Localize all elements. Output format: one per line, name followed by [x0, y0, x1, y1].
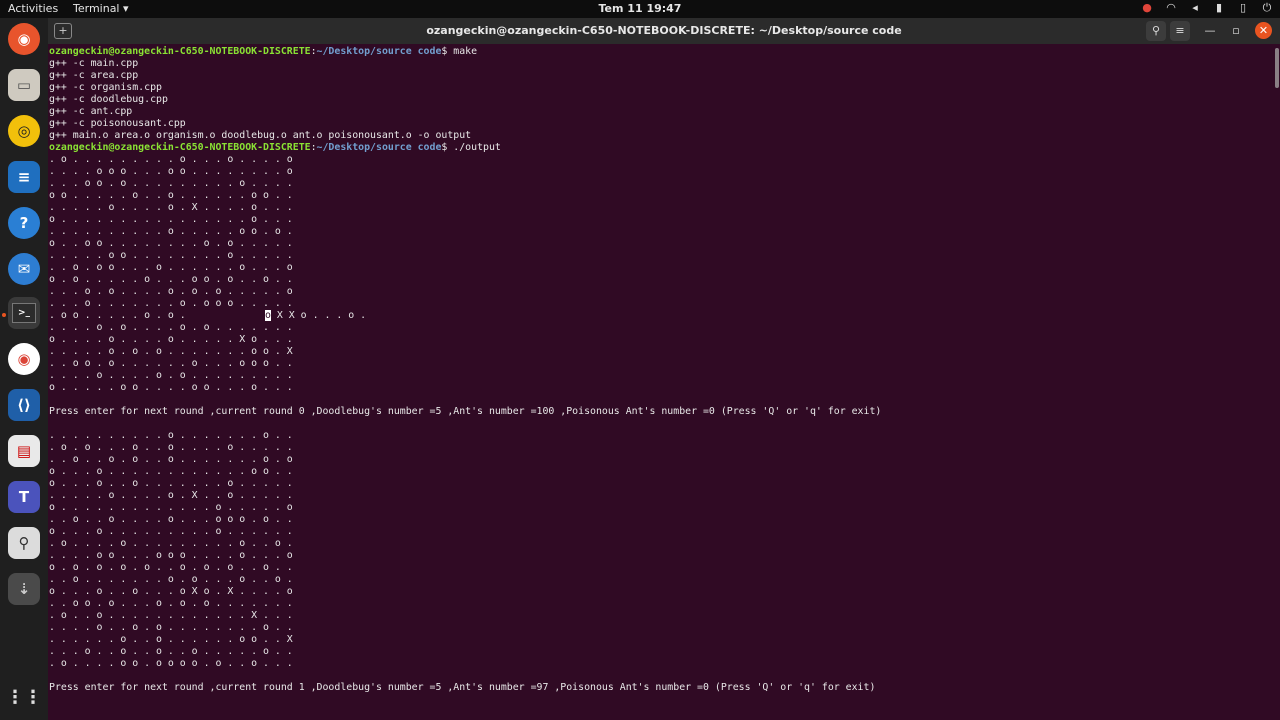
grid-row: o . . . o . . . . . . . . . . . . o o . …: [49, 466, 293, 477]
build-line: g++ -c poisonousant.cpp: [49, 118, 186, 129]
grid-row: . . . o . . o . . o . . o . . . . . o . …: [49, 646, 293, 657]
grid-row: o o . . . . . o . . o . . . . . . o o . …: [49, 190, 293, 201]
grid-row: . . . . o . . . . o . o . . . . . . . . …: [49, 370, 293, 381]
build-line: g++ -c main.cpp: [49, 58, 139, 69]
system-tray[interactable]: ● ◠ ◂ ▮ ▯ ⏻: [1140, 1, 1274, 15]
prompt-line: ozangeckin@ozangeckin-C650-NOTEBOOK-DISC…: [49, 142, 501, 153]
grid-row: o . o . o . o . o . . o . o . o . . o . …: [49, 562, 293, 573]
grid-row: o . . . . . o o . . . . o o . . . o . . …: [49, 382, 293, 393]
grid-row: o . . . . . . . . . . . . . . . . o . . …: [49, 214, 293, 225]
grid-row: . . o o . o . . . o . o . o . . . . . . …: [49, 598, 293, 609]
search-icon[interactable]: ⚲: [1146, 21, 1166, 41]
chrome-icon[interactable]: ◉: [8, 343, 40, 375]
grid-row: . . o . . o . o . . o . . . . . . . o . …: [49, 454, 293, 465]
running-indicator: [2, 313, 6, 317]
grid-row-rest: X X o . . . o .: [270, 310, 367, 321]
dock: ◉ ▭ ◎ ≡ ? ✉ >_ ◉ ⟨⟩ ▤ T ⚲ ⇣ ⋮⋮: [0, 18, 48, 720]
microphone-icon[interactable]: ▮: [1212, 1, 1226, 15]
grid-row: . . . . o . o . . . . o . o . . . . . . …: [49, 322, 293, 333]
grid-row: . . . . o . . o . o . . . . . . . . o . …: [49, 622, 293, 633]
grid-row-continuation: o X X o . . . o .: [265, 310, 366, 322]
grid-row: . . . . . o o . . . . . . . . o . . . . …: [49, 250, 293, 261]
clock[interactable]: Tem 11 19:47: [599, 2, 682, 15]
power-icon[interactable]: ⏻: [1260, 1, 1274, 15]
window-title: ozangeckin@ozangeckin-C650-NOTEBOOK-DISC…: [426, 24, 902, 37]
image-viewer-icon[interactable]: ⚲: [8, 527, 40, 559]
grid-row: o . . . o . . . . . . . . . o . . . . . …: [49, 526, 293, 537]
terminal-icon[interactable]: >_: [8, 297, 40, 329]
vscode-icon[interactable]: ⟨⟩: [8, 389, 40, 421]
maximize-icon[interactable]: ▫: [1226, 21, 1246, 41]
scrollbar[interactable]: [1275, 48, 1279, 88]
grid-row: o . . . . . . . . . . . . . o . . . . . …: [49, 502, 293, 513]
battery-icon[interactable]: ▯: [1236, 1, 1250, 15]
document-viewer-icon[interactable]: ▤: [8, 435, 40, 467]
grid-row: . . . o o . o . . . . . . . . . o . . . …: [49, 178, 293, 189]
usb-drive-icon[interactable]: ⇣: [8, 573, 40, 605]
grid-row: o . . . o . . o . . . o X o . X . . . . …: [49, 586, 293, 597]
hamburger-menu-icon[interactable]: ≡: [1170, 21, 1190, 41]
minimize-icon[interactable]: —: [1200, 21, 1220, 41]
grid-row: . . . . . o . o . o . . . . . . . o o . …: [49, 346, 293, 357]
screen-record-icon[interactable]: ●: [1140, 1, 1154, 15]
grid-row: o . . . . o . . . . o . . . . . X o . . …: [49, 334, 293, 345]
grid-row: . . . . . . . . . . o . . . . . o o . o …: [49, 226, 293, 237]
help-icon[interactable]: ?: [8, 207, 40, 239]
terminal-output[interactable]: ozangeckin@ozangeckin-C650-NOTEBOOK-DISC…: [48, 45, 1272, 717]
teams-icon[interactable]: T: [8, 481, 40, 513]
grid-row: . . . . . . . . . . o . . . . . . . o . …: [49, 430, 293, 441]
grid-row: . . o . . . . . . . o . o . . . o . . o …: [49, 574, 293, 585]
top-bar: Activities Terminal ▾ Tem 11 19:47 ● ◠ ◂…: [0, 0, 1280, 18]
grid-row: . . . . . o . . . . o . X . . . . o . . …: [49, 202, 293, 213]
grid-row: . . . . . o . . . . o . X . . o . . . . …: [49, 490, 293, 501]
grid-row: . . . o . . . . . . . o . o o o . . . . …: [49, 298, 293, 309]
build-line: g++ main.o area.o organism.o doodlebug.o…: [49, 130, 472, 141]
build-line: g++ -c doodlebug.cpp: [49, 94, 168, 105]
grid-row: . o . . . . . . . . . o . . . o . . . . …: [49, 154, 293, 165]
rhythmbox-icon[interactable]: ◎: [8, 115, 40, 147]
libreoffice-writer-icon[interactable]: ≡: [8, 161, 40, 193]
grid-row: . . . . o o o . . . o o . . . . . . . . …: [49, 166, 293, 177]
show-applications-icon[interactable]: ⋮⋮: [6, 681, 42, 713]
terminal-header-bar: + ozangeckin@ozangeckin-C650-NOTEBOOK-DI…: [48, 18, 1280, 44]
grid-row: . o o . . . . . o . o .: [49, 310, 192, 321]
grid-row: . . o . o o . . . o . . . . . . o . . . …: [49, 262, 293, 273]
grid-row: . . o o . o . . . . . . o . . . o o o . …: [49, 358, 293, 369]
grid-row: . o . . . . o o . o o o o . o . . o . . …: [49, 658, 293, 669]
prompt-line: ozangeckin@ozangeckin-C650-NOTEBOOK-DISC…: [49, 46, 478, 57]
wifi-icon[interactable]: ◠: [1164, 1, 1178, 15]
grid-row: . . . . o o . . . o o o . . . . o . . . …: [49, 550, 293, 561]
grid-row: . o . o . . . o . . o . . . . o . . . . …: [49, 442, 293, 453]
grid-row: . . o . . o . . . . o . . . o o o . o . …: [49, 514, 293, 525]
grid-row: . . . o . o . . . . o . o . o . . . . . …: [49, 286, 293, 297]
thunderbird-icon[interactable]: ✉: [8, 253, 40, 285]
grid-row: o . . . o . . o . . . . . . . o . . . . …: [49, 478, 293, 489]
grid-row: o . o . . . . . o . . . o o . o . . o . …: [49, 274, 293, 285]
grid-row: . o . . . . o . . . . . . . . . o . . o …: [49, 538, 293, 549]
terminal-window: + ozangeckin@ozangeckin-C650-NOTEBOOK-DI…: [48, 18, 1280, 720]
grid-row: . o . . o . . . . . . . . . . . . X . . …: [49, 610, 293, 621]
grid-row: . . . . . . o . . o . . . . . . o o . . …: [49, 634, 293, 645]
build-line: g++ -c organism.cpp: [49, 82, 162, 93]
build-line: g++ -c area.cpp: [49, 70, 139, 81]
grid-row: o . . o o . . . . . . . . o . o . . . . …: [49, 238, 293, 249]
status-line-round-0: Press enter for next round ,current roun…: [49, 406, 882, 417]
volume-icon[interactable]: ◂: [1188, 1, 1202, 15]
close-icon[interactable]: ✕: [1255, 22, 1272, 39]
firefox-icon[interactable]: ◉: [8, 23, 40, 55]
status-line-round-1: Press enter for next round ,current roun…: [49, 682, 876, 693]
files-icon[interactable]: ▭: [8, 69, 40, 101]
build-line: g++ -c ant.cpp: [49, 106, 133, 117]
